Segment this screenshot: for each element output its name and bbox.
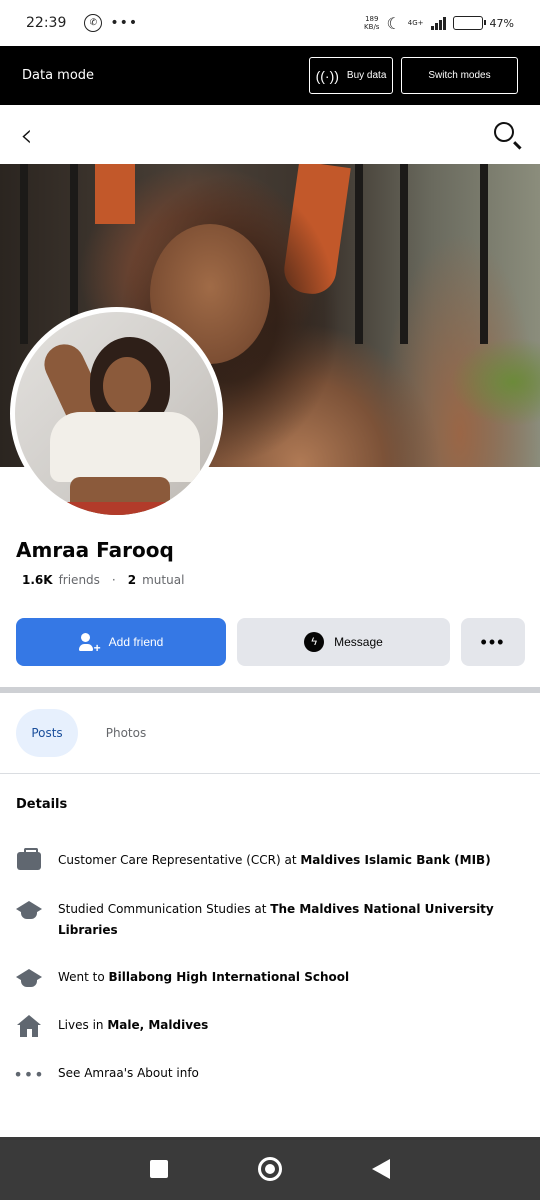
network-type: 4G+ [407, 19, 424, 27]
search-icon[interactable] [494, 121, 522, 150]
profile-actions: + Add friend ϟ Message ••• [16, 618, 525, 666]
net-speed: 189 KB/s [364, 15, 379, 31]
add-friend-label: Add friend [108, 635, 164, 649]
stats-separator: · [111, 573, 116, 587]
detail-work: Customer Care Representative (CCR) at Ma… [16, 848, 516, 872]
buy-data-label: Buy data [346, 70, 387, 81]
detail-about[interactable]: ••• See Amraa's About info [13, 1063, 516, 1085]
back-arrow-icon[interactable]: ‹ [20, 119, 33, 151]
top-nav: ‹ [0, 105, 540, 164]
home-icon [17, 1015, 41, 1037]
tab-posts[interactable]: Posts [16, 709, 78, 757]
antenna-icon: ((·)) [315, 67, 339, 84]
battery-icon [452, 16, 486, 30]
graduation-cap-icon [16, 968, 42, 988]
detail-location-prefix: Lives in [58, 1018, 108, 1032]
detail-school-link[interactable]: Billabong High International School [109, 970, 350, 984]
profile-stats: 1.6K friends · 2 mutual [22, 573, 184, 587]
tab-photos[interactable]: Photos [86, 709, 166, 757]
signal-icon [430, 16, 446, 30]
mutual-label[interactable]: mutual [142, 573, 184, 587]
net-speed-value: 189 [365, 15, 379, 23]
see-about-link[interactable]: See Amraa's About info [58, 1066, 199, 1080]
detail-location: Lives in Male, Maldives [16, 1015, 516, 1037]
profile-avatar[interactable] [10, 307, 223, 520]
battery-percent: 47% [489, 16, 514, 30]
message-label: Message [334, 635, 383, 649]
profile-name: Amraa Farooq [16, 538, 174, 562]
detail-education: Studied Communication Studies at The Mal… [16, 899, 516, 941]
briefcase-icon [17, 848, 41, 870]
status-bar: 22:39 ✆ ••• 189 KB/s ☾ 4G+ 47% [0, 0, 540, 46]
tabs-divider [0, 773, 540, 774]
detail-school: Went to Billabong High International Sch… [16, 967, 516, 989]
mutual-count[interactable]: 2 [128, 573, 136, 587]
profile-tabs: Posts Photos [16, 709, 166, 757]
back-nav-icon[interactable] [372, 1158, 390, 1179]
detail-education-prefix: Studied Communication Studies at [58, 902, 271, 916]
detail-work-link[interactable]: Maldives Islamic Bank (MIB) [300, 853, 490, 867]
moon-icon: ☾ [386, 13, 401, 33]
friends-count[interactable]: 1.6K [22, 573, 53, 587]
switch-modes-button[interactable]: Switch modes [401, 57, 518, 94]
recents-icon[interactable] [150, 1159, 168, 1178]
friends-label[interactable]: friends [59, 573, 100, 587]
graduation-cap-icon [16, 900, 42, 920]
buy-data-button[interactable]: ((·)) Buy data [309, 57, 393, 94]
add-friend-button[interactable]: + Add friend [16, 618, 226, 666]
detail-location-link[interactable]: Male, Maldives [107, 1018, 208, 1032]
add-friend-icon: + [78, 633, 101, 654]
data-mode-bar: Data mode ((·)) Buy data Switch modes [0, 46, 540, 105]
overflow-dots-icon: ••• [110, 15, 139, 31]
net-speed-unit: KB/s [364, 23, 380, 31]
status-time: 22:39 [26, 15, 67, 31]
system-nav-bar [0, 1137, 540, 1200]
detail-school-prefix: Went to [58, 970, 109, 984]
details-title: Details [16, 797, 68, 812]
message-button[interactable]: ϟ Message [237, 618, 450, 666]
more-options-button[interactable]: ••• [461, 618, 525, 666]
messenger-icon: ϟ [304, 632, 325, 652]
section-divider [0, 687, 540, 693]
more-dots-icon: ••• [13, 1064, 45, 1084]
home-nav-icon[interactable] [258, 1156, 282, 1181]
phone-icon: ✆ [84, 14, 103, 32]
data-mode-label: Data mode [22, 68, 95, 83]
detail-work-prefix: Customer Care Representative (CCR) at [58, 853, 301, 867]
